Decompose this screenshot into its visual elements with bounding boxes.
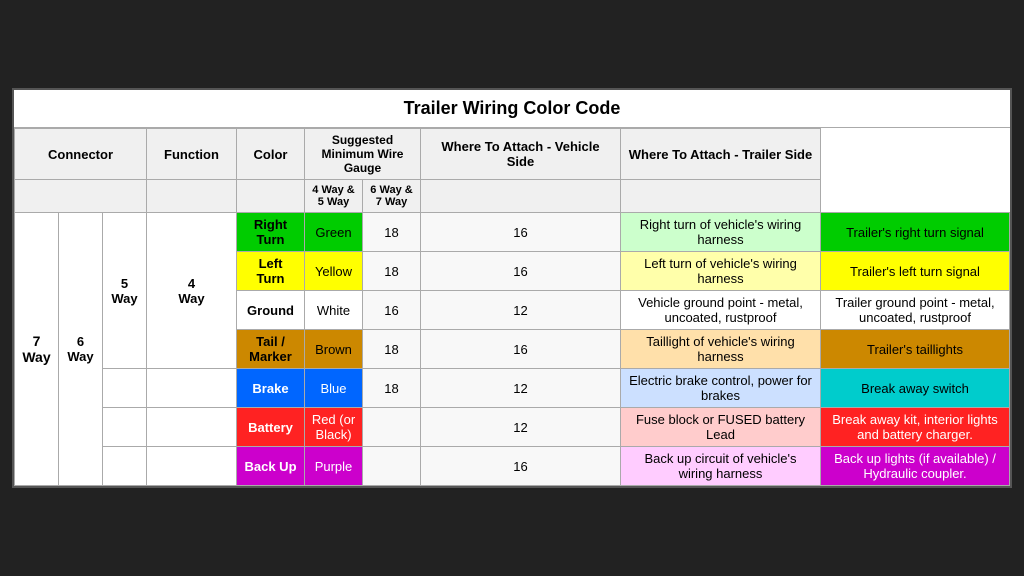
connector-7way: 7Way	[15, 213, 59, 486]
gauge-4way-cell	[363, 447, 421, 486]
function-cell: Brake	[237, 369, 305, 408]
vehicle-side-cell: Right turn of vehicle's wiring harness	[621, 213, 821, 252]
trailer-side-cell: Trailer's right turn signal	[821, 213, 1010, 252]
vehicle-side-cell: Electric brake control, power for brakes	[621, 369, 821, 408]
header-color: Color	[237, 129, 305, 180]
color-cell: Blue	[305, 369, 363, 408]
gauge-6way-cell: 16	[421, 252, 621, 291]
trailer-side-cell: Break away switch	[821, 369, 1010, 408]
color-cell: White	[305, 291, 363, 330]
function-cell: Right Turn	[237, 213, 305, 252]
trailer-side-cell: Trailer's left turn signal	[821, 252, 1010, 291]
connector-4way: 4Way	[147, 213, 237, 369]
gauge-6way-cell: 12	[421, 291, 621, 330]
connector-empty	[103, 408, 147, 447]
gauge-6way-cell: 16	[421, 447, 621, 486]
color-cell: Green	[305, 213, 363, 252]
table-row: Back UpPurple 16Back up circuit of vehicl…	[15, 447, 1010, 486]
vehicle-side-cell: Fuse block or FUSED battery Lead	[621, 408, 821, 447]
gauge-6way-cell: 16	[421, 330, 621, 369]
gauge-6way-cell: 12	[421, 408, 621, 447]
connector-4way-empty	[147, 369, 237, 408]
gauge-4way-cell	[363, 408, 421, 447]
color-cell: Purple	[305, 447, 363, 486]
function-cell: Back Up	[237, 447, 305, 486]
trailer-side-cell: Break away kit, interior lights and batt…	[821, 408, 1010, 447]
header-vehicle-empty	[421, 180, 621, 213]
function-cell: Battery	[237, 408, 305, 447]
main-title: Trailer Wiring Color Code	[14, 90, 1010, 128]
vehicle-side-cell: Taillight of vehicle's wiring harness	[621, 330, 821, 369]
header-connector-empty	[15, 180, 147, 213]
vehicle-side-cell: Vehicle ground point - metal, uncoated, …	[621, 291, 821, 330]
header-suggested: Suggested Minimum Wire Gauge	[305, 129, 421, 180]
connector-empty	[103, 369, 147, 408]
connector-4way-empty	[147, 447, 237, 486]
gauge-6way-cell: 16	[421, 213, 621, 252]
trailer-side-cell: Trailer ground point - metal, uncoated, …	[821, 291, 1010, 330]
color-cell: Brown	[305, 330, 363, 369]
color-cell: Yellow	[305, 252, 363, 291]
header-4way: 4 Way & 5 Way	[305, 180, 363, 213]
header-function: Function	[147, 129, 237, 180]
subheader-row: 4 Way & 5 Way 6 Way & 7 Way	[15, 180, 1010, 213]
header-row: Connector Function Color Suggested Minim…	[15, 129, 1010, 180]
header-connector: Connector	[15, 129, 147, 180]
color-cell: Red (or Black)	[305, 408, 363, 447]
gauge-4way-cell: 18	[363, 330, 421, 369]
trailer-side-cell: Trailer's taillights	[821, 330, 1010, 369]
header-function-empty	[147, 180, 237, 213]
gauge-6way-cell: 12	[421, 369, 621, 408]
gauge-4way-cell: 18	[363, 213, 421, 252]
connector-empty	[103, 447, 147, 486]
table-row: 7Way6Way5Way4WayRight TurnGreen1816Right…	[15, 213, 1010, 252]
header-6way: 6 Way & 7 Way	[363, 180, 421, 213]
header-trailer-empty	[621, 180, 821, 213]
function-cell: Left Turn	[237, 252, 305, 291]
table-row: BrakeBlue1812Electric brake control, pow…	[15, 369, 1010, 408]
function-cell: Ground	[237, 291, 305, 330]
header-trailer: Where To Attach - Trailer Side	[621, 129, 821, 180]
vehicle-side-cell: Back up circuit of vehicle's wiring harn…	[621, 447, 821, 486]
table-row: BatteryRed (or Black) 12Fuse block or FUS…	[15, 408, 1010, 447]
header-color-empty	[237, 180, 305, 213]
function-cell: Tail / Marker	[237, 330, 305, 369]
gauge-4way-cell: 18	[363, 252, 421, 291]
vehicle-side-cell: Left turn of vehicle's wiring harness	[621, 252, 821, 291]
trailer-side-cell: Back up lights (if available) / Hydrauli…	[821, 447, 1010, 486]
header-vehicle: Where To Attach - Vehicle Side	[421, 129, 621, 180]
gauge-4way-cell: 18	[363, 369, 421, 408]
wiring-table: Connector Function Color Suggested Minim…	[14, 128, 1010, 486]
connector-6way: 6Way	[59, 213, 103, 486]
connector-5way: 5Way	[103, 213, 147, 369]
gauge-4way-cell: 16	[363, 291, 421, 330]
table-wrapper: Trailer Wiring Color Code Connector Func…	[12, 88, 1012, 488]
connector-4way-empty	[147, 408, 237, 447]
